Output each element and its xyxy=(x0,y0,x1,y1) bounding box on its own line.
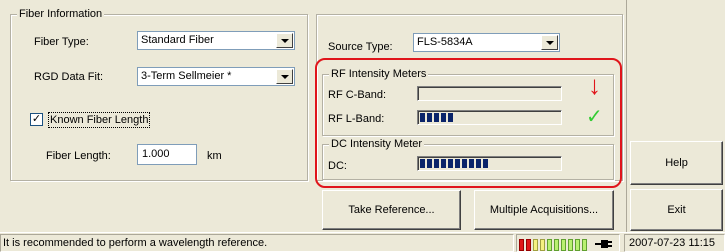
battery-indicator xyxy=(516,234,620,252)
rgd-data-fit-value: 3-Term Sellmeier * xyxy=(141,70,232,82)
fiber-length-label: Fiber Length: xyxy=(46,150,111,162)
chevron-down-icon[interactable] xyxy=(541,35,558,50)
rgd-data-fit-label: RGD Data Fit: xyxy=(34,71,104,83)
power-plug-icon xyxy=(595,240,612,248)
source-type-label: Source Type: xyxy=(328,41,393,53)
fiber-length-unit: km xyxy=(207,150,222,162)
status-bar: It is recommended to perform a wavelengt… xyxy=(0,232,725,252)
take-reference-button[interactable]: Take Reference... xyxy=(322,190,461,230)
highlight-annotation xyxy=(315,58,622,188)
fiber-type-label: Fiber Type: xyxy=(34,36,89,48)
status-message: It is recommended to perform a wavelengt… xyxy=(0,234,514,252)
checkmark-icon: ✓ xyxy=(31,113,42,125)
source-type-value: FLS-5834A xyxy=(417,36,473,48)
help-button[interactable]: Help xyxy=(630,141,723,185)
fiber-type-value: Standard Fiber xyxy=(141,34,214,46)
known-fiber-length-checkbox[interactable]: ✓ xyxy=(30,113,43,126)
chevron-down-icon[interactable] xyxy=(276,33,293,48)
fiber-length-input[interactable]: 1.000 xyxy=(137,144,197,165)
fiber-information-title: Fiber Information xyxy=(17,8,105,21)
rgd-data-fit-select[interactable]: 3-Term Sellmeier * xyxy=(137,67,295,86)
status-datetime: 2007-07-23 11:15 xyxy=(624,234,725,252)
source-type-select[interactable]: FLS-5834A xyxy=(413,33,560,52)
chevron-down-icon[interactable] xyxy=(276,69,293,84)
fiber-type-select[interactable]: Standard Fiber xyxy=(137,31,295,50)
exit-button[interactable]: Exit xyxy=(630,189,723,231)
multiple-acquisitions-button[interactable]: Multiple Acquisitions... xyxy=(474,190,614,230)
known-fiber-length-label[interactable]: Known Fiber Length xyxy=(48,112,151,128)
